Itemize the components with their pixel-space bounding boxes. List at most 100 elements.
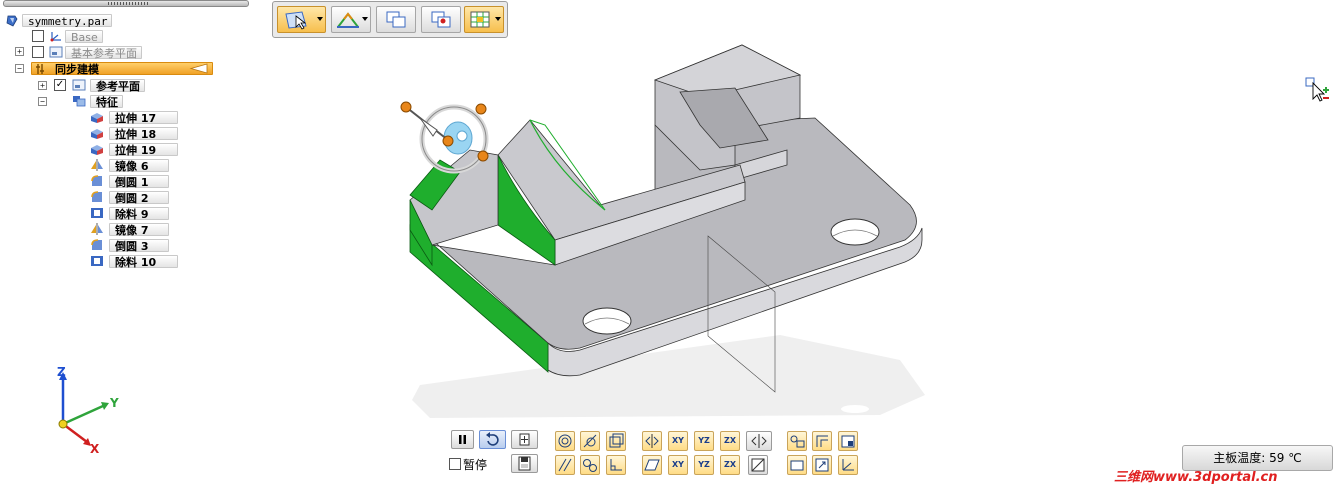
round-icon — [91, 191, 102, 202]
plane-icon — [644, 459, 660, 471]
steering-wheel-icon — [400, 101, 489, 174]
tree-file-name[interactable]: symmetry.par — [22, 14, 113, 28]
watermark-text: 三维网www.3dportal.cn — [1114, 470, 1278, 485]
feature-label: 除料 9 — [109, 207, 169, 221]
feature-label: 倒圆 1 — [109, 175, 169, 189]
part-file-icon — [6, 15, 18, 27]
resize-button[interactable] — [812, 455, 832, 475]
plane-label-yz: YZ — [698, 436, 710, 445]
symmetric-zx-button[interactable]: ZX — [720, 431, 740, 451]
feature-label: 倒圆 3 — [109, 239, 169, 253]
base-planes-checkbox[interactable] — [32, 46, 44, 58]
base-checkbox[interactable] — [32, 30, 44, 42]
plane-xy-button[interactable]: XY — [668, 455, 688, 475]
mirror-icon — [91, 223, 103, 235]
copy-button[interactable] — [376, 6, 416, 33]
features-folder-icon — [73, 96, 86, 107]
axis-align-button[interactable] — [838, 455, 858, 475]
tree-item-features[interactable]: 特征 — [90, 95, 123, 109]
select-tool-button[interactable] — [277, 6, 326, 33]
round-icon — [91, 175, 102, 186]
plane-yz-button[interactable]: YZ — [694, 455, 714, 475]
symmetric-button[interactable] — [642, 431, 662, 451]
symmetric-yz-button[interactable]: YZ — [694, 431, 714, 451]
grid-options-button[interactable] — [464, 6, 504, 33]
mirror-icon — [91, 159, 103, 171]
grid-icon — [470, 11, 490, 28]
symmetry-options-button[interactable] — [746, 431, 772, 451]
concentric-button[interactable] — [555, 431, 575, 451]
copy-icon — [386, 11, 406, 28]
model-viewport[interactable] — [390, 40, 935, 430]
plane-button[interactable] — [642, 455, 662, 475]
plane-label-xy-2: XY — [672, 460, 684, 469]
no-plane-button[interactable] — [748, 455, 768, 475]
cutout-icon — [91, 256, 103, 266]
move-face-button[interactable] — [421, 6, 461, 33]
symmetry-options-icon — [751, 434, 767, 448]
tree-item-synchronous-modeling[interactable]: 同步建模 — [31, 62, 213, 76]
pause-icon — [459, 435, 466, 444]
perpendicular-icon — [610, 459, 622, 471]
sync-modeling-label: 同步建模 — [55, 63, 99, 76]
symmetric-xy-button[interactable]: XY — [668, 431, 688, 451]
live-rules-icon — [337, 12, 359, 28]
tangent-button[interactable] — [580, 431, 600, 451]
pause-button[interactable] — [451, 430, 474, 449]
parallel-icon — [558, 458, 572, 472]
move-icon — [431, 11, 451, 28]
equal-radius-button[interactable] — [580, 455, 600, 475]
reference-plane-icon — [49, 46, 63, 58]
extrude-icon — [91, 113, 103, 123]
grid-dropdown-arrow[interactable] — [495, 17, 501, 21]
round-icon — [91, 239, 102, 250]
collapse-features[interactable]: − — [38, 97, 47, 106]
feature-label: 拉伸 18 — [109, 127, 178, 141]
save-button[interactable] — [511, 454, 538, 473]
add-to-selection-icon[interactable] — [1305, 77, 1331, 103]
lock-button[interactable] — [838, 431, 858, 451]
extrude-icon — [91, 145, 103, 155]
expand-ref-planes[interactable]: + — [38, 81, 47, 90]
plane-zx-button[interactable]: ZX — [720, 455, 740, 475]
intent-zone-button[interactable] — [331, 6, 371, 33]
cutout-icon — [91, 208, 103, 218]
coplanar-button[interactable] — [606, 431, 626, 451]
hole-button[interactable] — [787, 431, 807, 451]
concentric-icon — [558, 434, 572, 448]
plane-label-xy: XY — [672, 436, 684, 445]
perpendicular-button[interactable] — [606, 455, 626, 475]
ref-planes-checkbox[interactable]: ✓ — [54, 79, 66, 91]
feature-label: 拉伸 19 — [109, 143, 178, 157]
feature-label: 镜像 6 — [109, 159, 169, 173]
tree-item-reference-planes[interactable]: 参考平面 — [90, 79, 145, 93]
parallel-button[interactable] — [555, 455, 575, 475]
feature-label: 除料 10 — [109, 255, 178, 269]
extrude-icon — [91, 129, 103, 139]
splitter-grip — [108, 2, 148, 5]
pane-splitter[interactable] — [3, 0, 249, 7]
rear-hole — [830, 218, 880, 246]
pause-checkbox[interactable] — [449, 458, 461, 470]
plane-label-zx: ZX — [724, 436, 736, 445]
rectangle-button[interactable] — [787, 455, 807, 475]
lock-icon — [841, 435, 855, 448]
tree-item-base-reference-planes[interactable]: 基本参考平面 — [65, 46, 142, 60]
zoom-button[interactable] — [511, 430, 538, 449]
equal-radius-icon — [583, 459, 597, 472]
zoom-icon — [519, 433, 530, 446]
select-dropdown-arrow[interactable] — [317, 17, 323, 21]
reference-plane-icon — [72, 79, 86, 91]
collapse-sync-modeling[interactable]: − — [15, 64, 24, 73]
undo-button[interactable] — [479, 430, 506, 449]
expand-base-planes[interactable]: + — [15, 47, 24, 56]
save-icon — [518, 456, 531, 471]
slash-icon — [751, 458, 765, 472]
intent-dropdown-arrow[interactable] — [362, 17, 368, 21]
coplanar-icon — [609, 433, 624, 448]
tree-item-base[interactable]: Base — [65, 30, 103, 44]
coordinate-system-icon — [50, 32, 61, 42]
offset-button[interactable] — [812, 431, 832, 451]
axis-align-icon — [842, 459, 854, 471]
pause-label: 暂停 — [463, 458, 488, 472]
